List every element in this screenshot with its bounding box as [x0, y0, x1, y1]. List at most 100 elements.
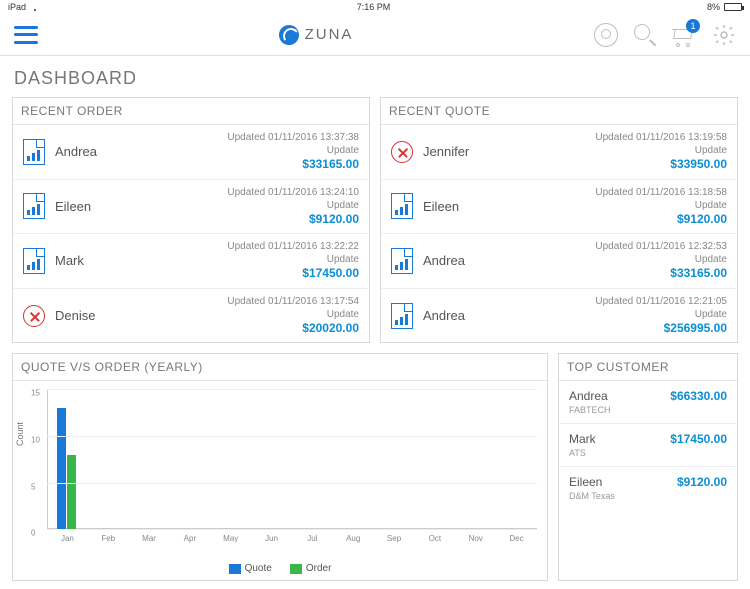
- customer-company: FABTECH: [569, 405, 727, 415]
- bar-order: [67, 455, 76, 530]
- item-meta: Updated 01/11/2016 13:24:10Update$9120.0…: [227, 186, 359, 228]
- list-item[interactable]: Andrea Updated 01/11/2016 13:37:38Update$…: [13, 125, 369, 180]
- month-column: Oct: [414, 389, 455, 529]
- month-column: Sep: [374, 389, 415, 529]
- month-column: Mar: [129, 389, 170, 529]
- bars-area: JanFebMarAprMayJunJulAugSepOctNovDec: [47, 389, 537, 529]
- top-bar: ZUNA 1: [0, 14, 750, 56]
- x-tick: Mar: [129, 534, 170, 543]
- customer-name: Eileen: [569, 475, 602, 489]
- x-tick: Apr: [169, 534, 210, 543]
- top-customer-list: Andrea$66330.00FABTECHMark$17450.00ATSEi…: [559, 381, 737, 509]
- battery-percent: 8%: [707, 2, 720, 12]
- recent-order-list: Andrea Updated 01/11/2016 13:37:38Update$…: [13, 125, 369, 342]
- month-column: Nov: [455, 389, 496, 529]
- search-button[interactable]: [634, 24, 656, 46]
- top-customer-header: TOP CUSTOMER: [559, 354, 737, 381]
- month-column: Aug: [333, 389, 374, 529]
- document-chart-icon: [391, 193, 413, 219]
- y-tick: 10: [31, 436, 40, 445]
- month-column: Feb: [88, 389, 129, 529]
- document-chart-icon: [23, 248, 45, 274]
- menu-button[interactable]: [14, 26, 38, 44]
- item-name: Denise: [55, 308, 125, 323]
- customer-name: Mark: [569, 432, 596, 446]
- item-name: Jennifer: [423, 144, 493, 159]
- chart-legend: Quote Order: [13, 551, 547, 580]
- x-tick: Nov: [455, 534, 496, 543]
- gridline: [47, 483, 537, 484]
- profile-button[interactable]: [594, 23, 618, 47]
- list-item[interactable]: AndreaUpdated 01/11/2016 12:21:05Update$…: [381, 289, 737, 343]
- item-name: Andrea: [55, 144, 125, 159]
- customer-amount: $17450.00: [670, 432, 727, 446]
- item-meta: Updated 01/11/2016 13:18:58Update$9120.0…: [595, 186, 727, 228]
- month-column: Jan: [47, 389, 88, 529]
- brand-name: ZUNA: [305, 26, 354, 43]
- month-column: Apr: [169, 389, 210, 529]
- cart-button[interactable]: 1: [672, 25, 696, 45]
- recent-quote-list: Jennifer Updated 01/11/2016 13:19:58Updat…: [381, 125, 737, 342]
- page-title: DASHBOARD: [14, 68, 738, 89]
- gridline: [47, 389, 537, 390]
- cancel-icon: [391, 141, 413, 163]
- device-label: iPad: [8, 2, 26, 12]
- y-tick: 5: [31, 482, 35, 491]
- x-tick: May: [210, 534, 251, 543]
- status-bar: iPad 7:16 PM 8%: [0, 0, 750, 14]
- gridline: [47, 529, 537, 530]
- list-item[interactable]: Mark Updated 01/11/2016 13:22:22Update$17…: [13, 234, 369, 289]
- recent-order-header: RECENT ORDER: [13, 98, 369, 125]
- item-name: Mark: [55, 253, 125, 268]
- list-item[interactable]: Jennifer Updated 01/11/2016 13:19:58Updat…: [381, 125, 737, 180]
- recent-quote-header: RECENT QUOTE: [381, 98, 737, 125]
- legend-label-order: Order: [306, 563, 332, 574]
- x-tick: Oct: [414, 534, 455, 543]
- customer-item[interactable]: Andrea$66330.00FABTECH: [559, 381, 737, 424]
- battery-icon: [724, 3, 742, 11]
- settings-button[interactable]: [712, 23, 736, 47]
- document-chart-icon: [391, 303, 413, 329]
- customer-item[interactable]: Eileen $9120.00 D&M Texas: [559, 467, 737, 509]
- document-chart-icon: [23, 193, 45, 219]
- x-tick: Sep: [374, 534, 415, 543]
- x-tick: Jan: [47, 534, 88, 543]
- item-meta: Updated 01/11/2016 13:37:38Update$33165.…: [227, 131, 359, 173]
- item-name: Eileen: [423, 199, 493, 214]
- recent-quote-panel: RECENT QUOTE Jennifer Updated 01/11/2016 …: [380, 97, 738, 343]
- cancel-icon: [23, 305, 45, 327]
- list-item[interactable]: Eileen Updated 01/11/2016 13:18:58Update$…: [381, 180, 737, 235]
- month-column: Jul: [292, 389, 333, 529]
- item-meta: Updated 01/11/2016 12:32:53Update$33165.…: [595, 240, 727, 282]
- list-item[interactable]: Denise Updated 01/11/2016 13:17:54Update$…: [13, 289, 369, 343]
- list-item[interactable]: Andrea Updated 01/11/2016 12:32:53Update$…: [381, 234, 737, 289]
- list-item[interactable]: Eileen Updated 01/11/2016 13:24:10Update$…: [13, 180, 369, 235]
- customer-item[interactable]: Mark $17450.00 ATS: [559, 424, 737, 467]
- x-tick: Aug: [333, 534, 374, 543]
- customer-amount: $66330.00: [670, 389, 727, 403]
- item-name: Andrea: [423, 308, 493, 323]
- chart-panel: QUOTE V/S ORDER (YEARLY) Count JanFebMar…: [12, 353, 548, 581]
- customer-company: ATS: [569, 448, 727, 458]
- customer-amount: $9120.00: [677, 475, 727, 489]
- gridline: [47, 436, 537, 437]
- month-column: May: [210, 389, 251, 529]
- chart-header: QUOTE V/S ORDER (YEARLY): [13, 354, 547, 381]
- brand-logo-icon: [279, 25, 299, 45]
- legend-swatch-order: [290, 564, 302, 574]
- recent-order-panel: RECENT ORDER Andrea Updated 01/11/2016 13…: [12, 97, 370, 343]
- month-column: Jun: [251, 389, 292, 529]
- item-meta: Updated 01/11/2016 13:22:22Update$17450.…: [227, 240, 359, 282]
- brand: ZUNA: [279, 25, 354, 45]
- item-meta: Updated 01/11/2016 13:19:58Update$33950.…: [595, 131, 727, 173]
- chart-area: Count JanFebMarAprMayJunJulAugSepOctNovD…: [13, 381, 547, 551]
- item-name: Eileen: [55, 199, 125, 214]
- month-column: Dec: [496, 389, 537, 529]
- item-name: Andrea: [423, 253, 493, 268]
- item-meta: Updated 01/11/2016 13:17:54Update$20020.…: [227, 295, 359, 337]
- document-chart-icon: [23, 139, 45, 165]
- customer-company: D&M Texas: [569, 491, 727, 501]
- document-chart-icon: [391, 248, 413, 274]
- x-tick: Jul: [292, 534, 333, 543]
- wifi-icon: [30, 3, 40, 11]
